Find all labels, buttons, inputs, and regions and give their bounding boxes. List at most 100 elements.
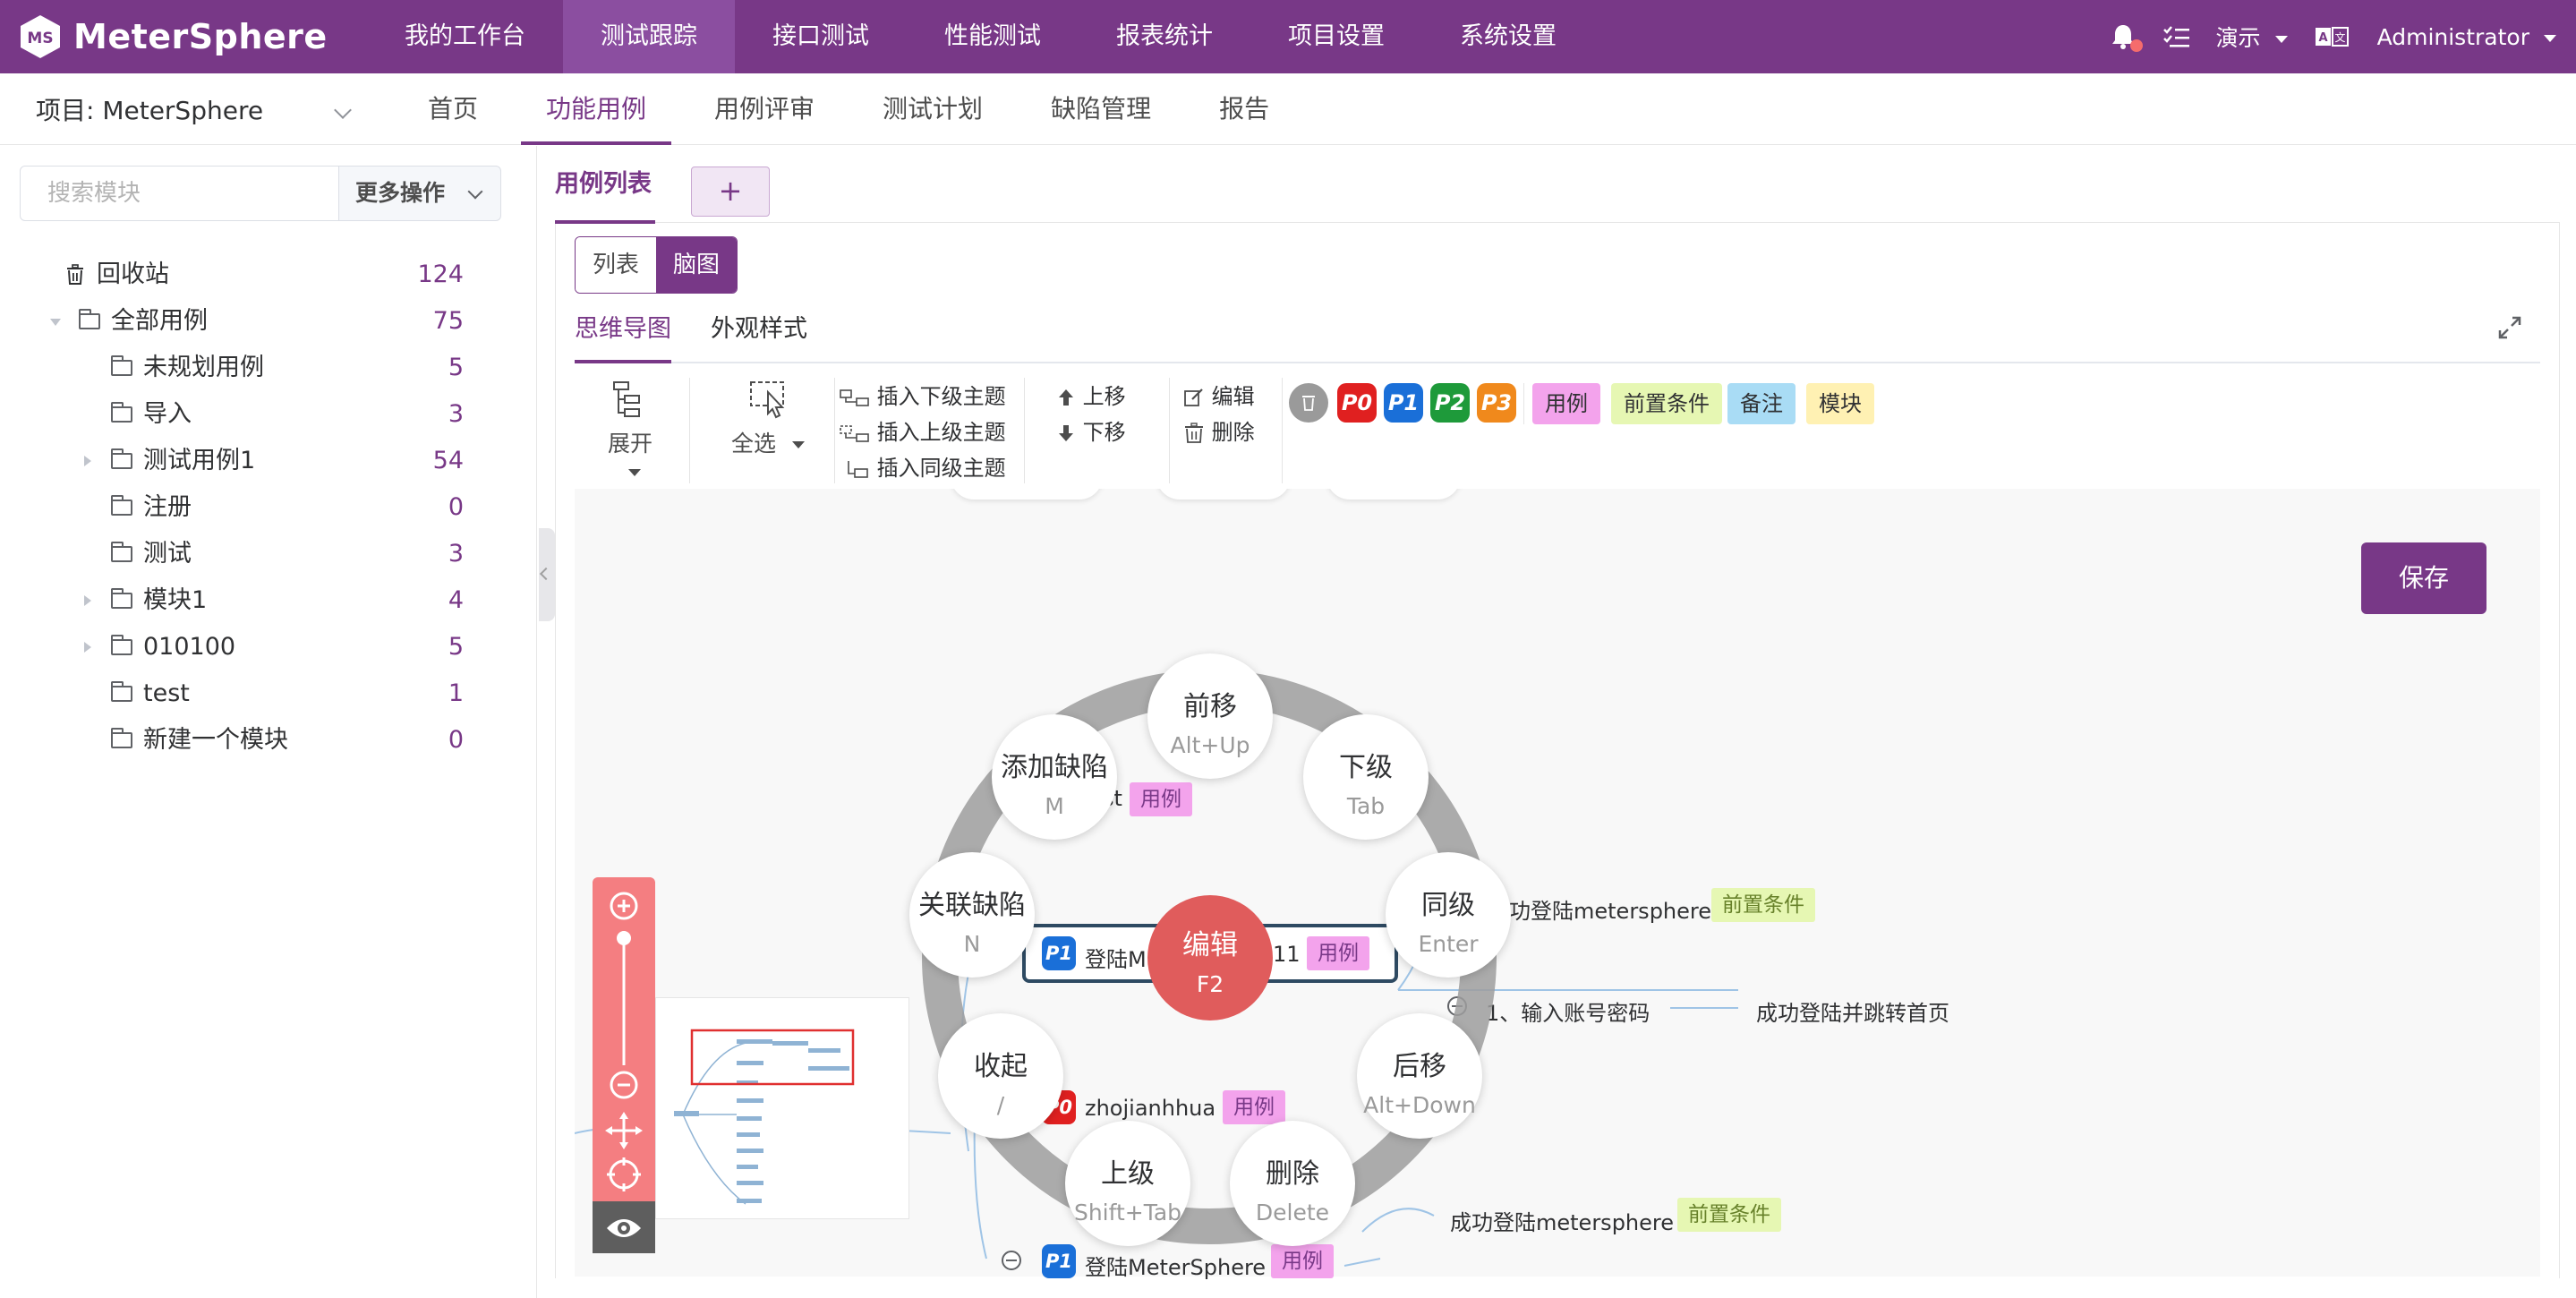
mindmap-node-text[interactable]: 成功登陆metersphere [1450, 1205, 1674, 1236]
tree-node-module[interactable]: 导入 3 [0, 391, 537, 438]
radial-edit-button[interactable]: 编辑 F2 [1147, 895, 1273, 1020]
tree-node-recycle[interactable]: 回收站 124 [0, 252, 537, 298]
radial-item-shortcut: Delete [1255, 1200, 1330, 1225]
priority-p3-button[interactable]: P3 [1477, 383, 1516, 423]
radial-item-label: 同级 [1421, 890, 1475, 921]
mindmap-node-text[interactable]: 登陆MeterSphere [1085, 1250, 1266, 1281]
tree-node-module[interactable]: 未规划用例 5 [0, 345, 537, 391]
project-selector[interactable]: 项目: MeterSphere [36, 73, 263, 145]
radial-item-shortcut: Shift+Tab [1073, 1200, 1182, 1225]
caret-right-icon[interactable] [84, 642, 91, 653]
sidebar-collapse-handle[interactable] [539, 528, 555, 621]
radial-move-up-button[interactable]: 前移 Alt+Up [1147, 653, 1273, 779]
tree-node-module[interactable]: test 1 [0, 670, 537, 717]
subtab-functional-case[interactable]: 功能用例 [512, 73, 680, 145]
svg-text:文: 文 [2334, 30, 2345, 44]
radial-sibling-button[interactable]: 同级 Enter [1386, 852, 1511, 978]
insert-sibling-button[interactable]: 插入同级主题 [840, 451, 1006, 485]
topnav-system-settings[interactable]: 系统设置 [1422, 0, 1594, 73]
topnav-report-stat[interactable]: 报表统计 [1079, 0, 1250, 73]
priority-p2-button[interactable]: P2 [1430, 383, 1470, 423]
topnav-performance-test[interactable]: 性能测试 [907, 0, 1079, 73]
folder-icon [111, 588, 132, 609]
zoom-out-icon[interactable] [610, 1071, 638, 1099]
move-up-button[interactable]: 上移 [1056, 380, 1126, 414]
radial-child-button[interactable]: 下级 Tab [1303, 714, 1429, 840]
mindmap-minimap[interactable] [655, 997, 909, 1219]
tree-node-module[interactable]: 注册 0 [0, 484, 537, 531]
topnav-test-track[interactable]: 测试跟踪 [563, 0, 735, 73]
subtab-case-review[interactable]: 用例评审 [680, 73, 849, 145]
insert-parent-icon [840, 425, 869, 442]
more-actions-button[interactable]: 更多操作 [338, 166, 501, 221]
priority-p1-button[interactable]: P1 [1384, 383, 1423, 423]
notification-bell-icon[interactable] [2111, 23, 2143, 52]
tree-node-module[interactable]: 010100 5 [0, 624, 537, 670]
user-menu[interactable]: Administrator [2377, 24, 2556, 50]
caret-down-icon [791, 441, 805, 448]
radial-move-down-button[interactable]: 后移 Alt+Down [1357, 1013, 1482, 1139]
fullscreen-icon[interactable] [2497, 315, 2522, 340]
chevron-down-icon[interactable] [334, 101, 352, 119]
clear-priority-button[interactable] [1289, 383, 1328, 423]
delete-button[interactable]: 删除 [1183, 415, 1255, 449]
subtab-report[interactable]: 报告 [1185, 73, 1303, 145]
mindmap-view-button[interactable]: 脑图 [656, 237, 737, 293]
topnav-api-test[interactable]: 接口测试 [735, 0, 907, 73]
topnav-workbench[interactable]: 我的工作台 [367, 0, 563, 73]
tab-case-list[interactable]: 用例列表 [555, 159, 655, 224]
move-icon[interactable] [605, 1112, 643, 1149]
mindmap-tag-case: 用例 [1271, 1244, 1334, 1278]
zoom-slider-track[interactable] [622, 931, 626, 1065]
tree-node-module[interactable]: 测试用例1 54 [0, 438, 537, 484]
priority-p0-button[interactable]: P0 [1337, 383, 1377, 423]
locate-center-icon[interactable] [607, 1157, 641, 1191]
tag-module-button[interactable]: 模块 [1806, 383, 1874, 424]
insert-child-button[interactable]: 插入下级主题 [840, 380, 1006, 414]
caret-right-icon[interactable] [84, 595, 91, 606]
tree-node-module[interactable]: 新建一个模块 0 [0, 717, 537, 764]
subtab-test-plan[interactable]: 测试计划 [849, 73, 1017, 145]
tag-case-button[interactable]: 用例 [1532, 383, 1600, 424]
collapse-node-icon[interactable] [1001, 1250, 1022, 1271]
tab-appearance[interactable]: 外观样式 [711, 304, 807, 363]
tree-node-label: 注册 [143, 493, 192, 521]
radial-link-issue-button[interactable]: 关联缺陷 N [909, 852, 1035, 978]
zoom-in-icon[interactable] [610, 892, 638, 920]
subtab-home[interactable]: 首页 [394, 73, 512, 145]
caret-right-icon[interactable] [84, 456, 91, 466]
radial-delete-button[interactable]: 删除 Delete [1230, 1121, 1355, 1246]
task-list-icon[interactable] [2162, 25, 2189, 48]
add-tab-button[interactable]: + [691, 167, 770, 217]
mindmap-node-text[interactable]: 功登陆metersphere [1509, 893, 1711, 925]
mindmap-node-text[interactable]: 1、输入账号密码 [1486, 995, 1650, 1027]
mindmap-node-text[interactable]: 成功登陆并跳转首页 [1756, 995, 1949, 1027]
connector-line [1670, 1007, 1738, 1009]
app-logo[interactable]: MS MeterSphere [16, 13, 367, 61]
edit-icon [1184, 389, 1203, 406]
topnav-project-settings[interactable]: 项目设置 [1250, 0, 1422, 73]
tree-node-root[interactable]: 全部用例 75 [0, 298, 537, 345]
select-all-tool[interactable]: 全选 [723, 380, 813, 458]
tab-mindmap[interactable]: 思维导图 [575, 304, 671, 363]
save-button[interactable]: 保存 [2361, 542, 2486, 614]
radial-add-issue-button[interactable]: 添加缺陷 M [992, 714, 1117, 840]
tree-node-module[interactable]: 模块1 4 [0, 577, 537, 624]
tree-node-module[interactable]: 测试 3 [0, 531, 537, 577]
module-search-input[interactable]: 搜索模块 [20, 166, 340, 221]
radial-parent-button[interactable]: 上级 Shift+Tab [1065, 1121, 1190, 1246]
workspace-switcher[interactable]: 演示 [2216, 21, 2288, 53]
expand-tool[interactable]: 展开 [594, 380, 666, 484]
move-down-button[interactable]: 下移 [1056, 415, 1126, 449]
edit-button[interactable]: 编辑 [1183, 380, 1255, 414]
language-icon[interactable]: A 文 [2315, 26, 2350, 47]
subtab-issue-management[interactable]: 缺陷管理 [1017, 73, 1185, 145]
trash-icon [1302, 396, 1315, 411]
radial-collapse-button[interactable]: 收起 / [938, 1013, 1063, 1139]
insert-parent-button[interactable]: 插入上级主题 [840, 415, 1006, 449]
caret-down-icon[interactable] [50, 319, 61, 326]
tag-note-button[interactable]: 备注 [1727, 383, 1796, 424]
list-view-button[interactable]: 列表 [576, 237, 656, 293]
zoom-slider-handle[interactable] [617, 931, 631, 945]
tag-precondition-button[interactable]: 前置条件 [1611, 383, 1722, 424]
